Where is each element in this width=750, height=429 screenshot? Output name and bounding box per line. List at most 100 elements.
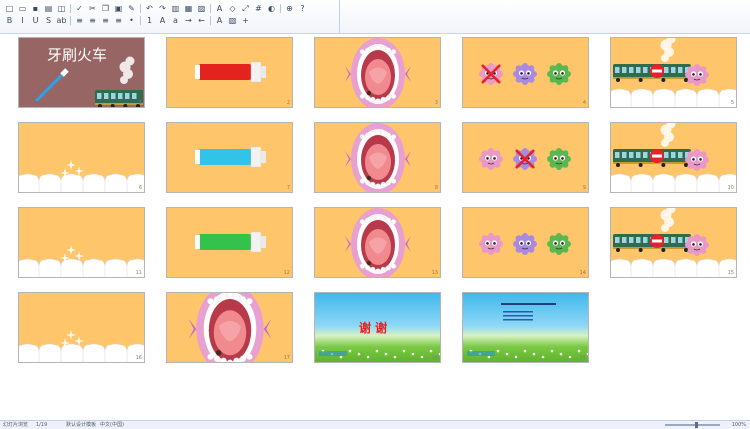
toolbar-row-standard: □ ▭ ▪ ▤ ◫ ✓ ✂ ❐ ▣ ✎ ↶ ↷ ▥ ▦ ▨ A ◇ ⤢ # ◐ ⊕? bbox=[4, 3, 308, 14]
slide-number: 12 bbox=[283, 270, 290, 276]
insert-picture-icon[interactable]: ▨ bbox=[196, 4, 207, 14]
slide-number: 2 bbox=[286, 100, 290, 106]
shadow-icon[interactable]: S bbox=[43, 16, 54, 26]
grow-font-icon[interactable]: A bbox=[157, 16, 168, 26]
indent-icon[interactable]: → bbox=[183, 16, 194, 26]
strikethrough-icon[interactable]: ab bbox=[56, 16, 67, 26]
teeth-row bbox=[19, 173, 144, 192]
paste-icon[interactable]: ▣ bbox=[113, 4, 124, 14]
toolbar-row-formatting: B I U Sab ≡ ≡ ≡ ≡ • 1 Aa → ← A ▧ + bbox=[4, 15, 251, 26]
slide-artwork bbox=[611, 123, 736, 192]
toolbar-separator bbox=[69, 4, 72, 14]
slide-number: 1 bbox=[138, 100, 142, 106]
slide-artwork bbox=[195, 61, 266, 83]
slide-thumbnail[interactable]: 14 bbox=[462, 207, 589, 278]
align-center-icon[interactable]: ≡ bbox=[87, 16, 98, 26]
germ-green bbox=[547, 63, 571, 85]
slide-thumbnail[interactable]: 9 bbox=[462, 122, 589, 193]
slide-thumbnail[interactable]: 11 bbox=[18, 207, 145, 278]
redo-icon[interactable]: ↷ bbox=[157, 4, 168, 14]
toothpaste-tube-icon bbox=[195, 231, 266, 253]
design-icon[interactable]: ▧ bbox=[227, 16, 238, 26]
slide-sorter-workspace: 牙刷火车 1 2 3 4 5 6 7 8 9 10 11 12 13 14 15 16 17 谢 谢 18 19 bbox=[0, 34, 750, 420]
bullets-icon[interactable]: • bbox=[126, 16, 137, 26]
spell-icon[interactable]: ✓ bbox=[74, 4, 85, 14]
slide-number: 5 bbox=[730, 100, 734, 106]
slide-thumbnail[interactable]: 4 bbox=[462, 37, 589, 108]
new-icon[interactable]: □ bbox=[4, 4, 15, 14]
slide-number: 10 bbox=[727, 185, 734, 191]
slide-thumbnail[interactable]: 7 bbox=[166, 122, 293, 193]
slide-thumbnail[interactable]: 牙刷火车 1 bbox=[18, 37, 145, 108]
insert-table-icon[interactable]: ▦ bbox=[183, 4, 194, 14]
slide-artwork bbox=[19, 160, 144, 192]
germ-pink bbox=[685, 64, 709, 86]
view-label: 幻灯片浏览 bbox=[3, 422, 29, 428]
slide-thumbnail[interactable]: 17 bbox=[166, 292, 293, 363]
slide-thumbnail[interactable]: 10 bbox=[610, 122, 737, 193]
cut-icon[interactable]: ✂ bbox=[87, 4, 98, 14]
germ-pink bbox=[479, 148, 503, 170]
outdent-icon[interactable]: ← bbox=[196, 16, 207, 26]
print-icon[interactable]: ▤ bbox=[43, 4, 54, 14]
format-painter-icon[interactable]: ✎ bbox=[126, 4, 137, 14]
insert-shape-icon[interactable]: ◇ bbox=[227, 4, 238, 14]
slide-number: 18 bbox=[431, 355, 438, 361]
teeth-base bbox=[19, 181, 144, 192]
slide-thumbnail[interactable]: 3 bbox=[314, 37, 441, 108]
save-icon[interactable]: ▪ bbox=[30, 4, 41, 14]
slide-thumbnail[interactable]: 8 bbox=[314, 122, 441, 193]
zoom-slider[interactable] bbox=[665, 424, 720, 426]
insert-textbox-icon[interactable]: A bbox=[214, 4, 225, 14]
toothbrush-icon bbox=[35, 68, 69, 102]
slide-thumbnail[interactable]: 12 bbox=[166, 207, 293, 278]
standard-toolbar: □ ▭ ▪ ▤ ◫ ✓ ✂ ❐ ▣ ✎ ↶ ↷ ▥ ▦ ▨ A ◇ ⤢ # ◐ ⊕? B I U Sab ≡ ≡ ≡ ≡ • 1 Aa → ← A… bbox=[0, 0, 750, 34]
slide-artwork bbox=[345, 123, 411, 192]
slide-thumbnail[interactable]: 19 bbox=[462, 292, 589, 363]
expand-icon[interactable]: ⤢ bbox=[240, 4, 251, 14]
align-left-icon[interactable]: ≡ bbox=[74, 16, 85, 26]
insert-chart-icon[interactable]: ▥ bbox=[170, 4, 181, 14]
copy-icon[interactable]: ❐ bbox=[100, 4, 111, 14]
zoom-label[interactable]: 100% bbox=[732, 422, 746, 428]
grid-icon[interactable]: # bbox=[253, 4, 264, 14]
zoom-slider-knob[interactable] bbox=[695, 422, 698, 428]
align-right-icon[interactable]: ≡ bbox=[100, 16, 111, 26]
italic-icon[interactable]: I bbox=[17, 16, 28, 26]
toolbar-separator bbox=[139, 4, 142, 14]
teeth-row bbox=[19, 258, 144, 277]
slide-thumbnail[interactable]: 6 bbox=[18, 122, 145, 193]
teeth-base bbox=[611, 181, 736, 192]
slide-thumbnail[interactable]: 16 bbox=[18, 292, 145, 363]
slide-number: 19 bbox=[579, 355, 586, 361]
justify-icon[interactable]: ≡ bbox=[113, 16, 124, 26]
germ-pink bbox=[685, 149, 709, 171]
teeth-base bbox=[611, 266, 736, 277]
bold-icon[interactable]: B bbox=[4, 16, 15, 26]
underline-icon[interactable]: U bbox=[30, 16, 41, 26]
slide-thumbnail[interactable]: 15 bbox=[610, 207, 737, 278]
slide-artwork bbox=[195, 231, 266, 253]
slide-thumbnail[interactable]: 13 bbox=[314, 207, 441, 278]
undo-icon[interactable]: ↶ bbox=[144, 4, 155, 14]
teeth-base bbox=[19, 351, 144, 362]
font-color-icon[interactable]: A bbox=[214, 16, 225, 26]
preview-icon[interactable]: ◫ bbox=[56, 4, 67, 14]
numbering-icon[interactable]: 1 bbox=[144, 16, 155, 26]
open-icon[interactable]: ▭ bbox=[17, 4, 28, 14]
color-icon[interactable]: ◐ bbox=[266, 4, 277, 14]
slide-artwork bbox=[467, 303, 588, 359]
no-entry-sign-icon bbox=[650, 149, 664, 163]
help-icon[interactable]: ? bbox=[297, 4, 308, 14]
slide-thumbnail[interactable]: 谢 谢 18 bbox=[314, 292, 441, 363]
slide-thumbnail[interactable]: 5 bbox=[610, 37, 737, 108]
slide-text-lines bbox=[501, 303, 556, 321]
new-slide-icon[interactable]: + bbox=[240, 16, 251, 26]
slide-artwork bbox=[19, 330, 144, 362]
slide-number: 16 bbox=[135, 355, 142, 361]
zoom-icon[interactable]: ⊕ bbox=[284, 4, 295, 14]
page-label: 1/19 bbox=[36, 422, 48, 428]
slide-thumbnail[interactable]: 2 bbox=[166, 37, 293, 108]
shrink-font-icon[interactable]: a bbox=[170, 16, 181, 26]
toolbar-separator bbox=[279, 4, 282, 14]
